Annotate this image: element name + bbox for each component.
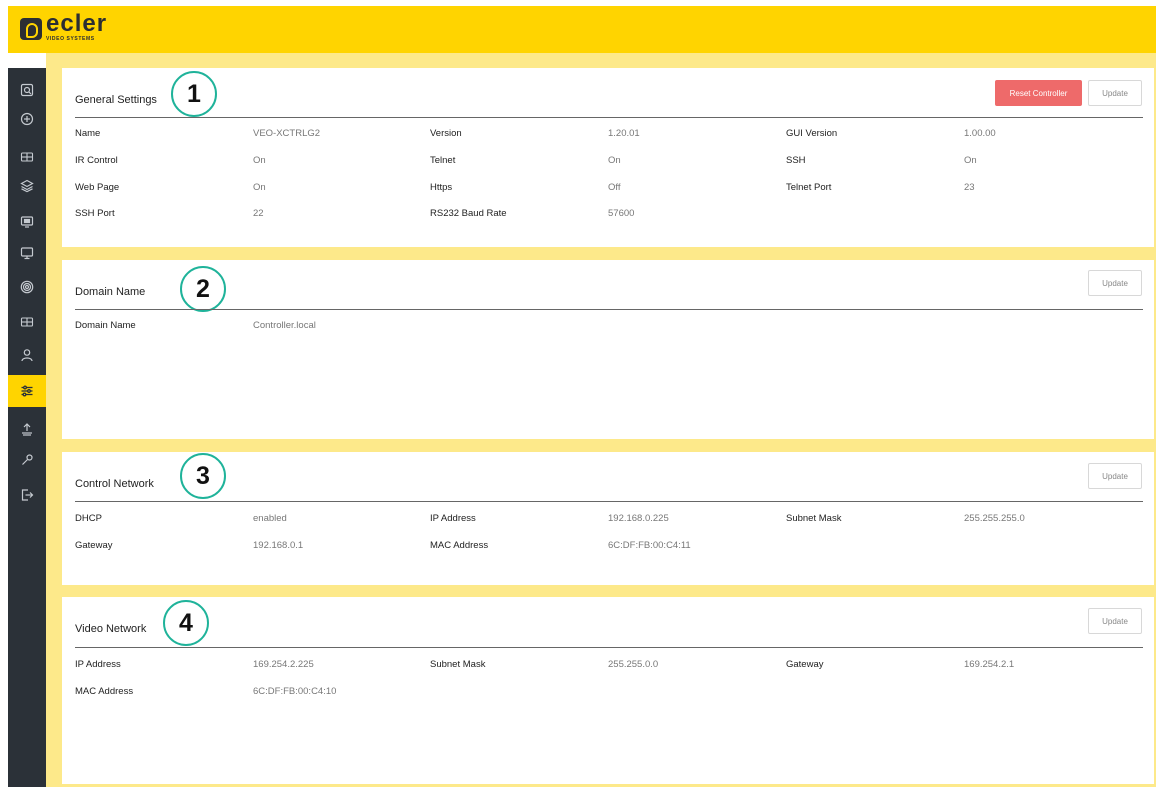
search-screen-icon — [20, 83, 34, 97]
sidebar-item-tools[interactable] — [8, 444, 46, 476]
field-value: 57600 — [608, 208, 635, 219]
field-value: 6C:DF:FB:00:C4:11 — [608, 540, 691, 551]
brand-name: ecler — [46, 10, 108, 37]
field-label: DHCP — [75, 513, 102, 524]
divider — [75, 647, 1143, 648]
sidebar-item-logout[interactable] — [8, 479, 46, 511]
sidebar-item-settings[interactable] — [8, 375, 46, 407]
general-settings-card: General Settings 1 Reset Controller Upda… — [62, 68, 1154, 247]
field-value: On — [253, 182, 266, 193]
field-label: Domain Name — [75, 320, 136, 331]
display-icon — [20, 216, 34, 228]
domain-update-button[interactable]: Update — [1088, 270, 1142, 296]
field-value: 255.255.0.0 — [608, 659, 659, 670]
general-update-button[interactable]: Update — [1088, 80, 1142, 106]
wrench-icon — [22, 454, 33, 465]
field-value: Off — [608, 182, 621, 193]
ecler-logo: ecler VIDEO SYSTEMS — [20, 10, 108, 44]
divider — [75, 501, 1143, 502]
field-label: IP Address — [430, 513, 476, 524]
user-icon — [21, 349, 33, 362]
logout-icon — [21, 489, 34, 501]
sidebar-item-devices[interactable] — [8, 141, 46, 173]
field-value: On — [964, 155, 977, 166]
callout-badge-2: 2 — [180, 266, 226, 312]
field-label: Name — [75, 128, 101, 139]
field-value: 6C:DF:FB:00:C4:10 — [253, 686, 337, 697]
field-label: IR Control — [75, 155, 118, 166]
field-label: Https — [430, 182, 453, 193]
field-value: 23 — [964, 182, 975, 193]
field-label: Subnet Mask — [430, 659, 486, 670]
sidebar-item-signal[interactable] — [8, 271, 46, 303]
field-value: 169.254.2.225 — [253, 659, 314, 670]
divider — [75, 117, 1143, 118]
reset-controller-button[interactable]: Reset Controller — [995, 80, 1082, 106]
field-label: Telnet — [430, 155, 456, 166]
settings-sliders-icon — [21, 385, 33, 397]
field-label: IP Address — [75, 659, 121, 670]
domain-name-card: Domain Name 2 Update Domain Name Control… — [62, 260, 1154, 439]
control-network-card: Control Network 3 Update DHCP enabled IP… — [62, 452, 1154, 585]
field-label: Subnet Mask — [786, 513, 842, 524]
brand-subtitle: VIDEO SYSTEMS — [46, 36, 95, 42]
sidebar-item-devices-2[interactable] — [8, 306, 46, 338]
callout-badge-4: 4 — [163, 600, 209, 646]
field-label: SSH Port — [75, 208, 115, 219]
device-grid-icon — [20, 317, 34, 327]
field-value: VEO-XCTRLG2 — [253, 128, 321, 139]
field-label: MAC Address — [430, 540, 489, 551]
layers-icon — [20, 179, 34, 193]
field-value: On — [253, 155, 266, 166]
field-value: On — [608, 155, 621, 166]
callout-badge-3: 3 — [180, 453, 226, 499]
field-label: Gateway — [786, 659, 824, 670]
add-circle-icon — [20, 112, 34, 126]
sidebar-item-user[interactable] — [8, 339, 46, 371]
divider — [75, 309, 1143, 310]
domain-name-title: Domain Name — [75, 286, 146, 298]
signal-icon — [20, 280, 34, 294]
field-value: enabled — [253, 513, 287, 524]
general-settings-title: General Settings — [75, 94, 157, 106]
device-grid-icon — [20, 152, 34, 162]
field-value: Controller.local — [253, 320, 316, 331]
field-label: SSH — [786, 155, 806, 166]
field-value: 22 — [253, 208, 264, 219]
field-label: Gateway — [75, 540, 113, 551]
video-network-title: Video Network — [75, 623, 147, 635]
field-value: 1.00.00 — [964, 128, 996, 139]
ecler-logo-icon — [20, 18, 42, 40]
callout-badge-1: 1 — [171, 71, 217, 117]
sidebar-item-upload[interactable] — [8, 413, 46, 445]
sidebar-item-layers[interactable] — [8, 170, 46, 202]
field-value: 255.255.255.0 — [964, 513, 1025, 524]
video-network-card: Video Network 4 Update IP Address 169.25… — [62, 597, 1154, 784]
sidebar — [8, 68, 46, 787]
field-label: RS232 Baud Rate — [430, 208, 507, 219]
sidebar-item-add[interactable] — [8, 103, 46, 135]
field-value: 1.20.01 — [608, 128, 640, 139]
field-value: 169.254.2.1 — [964, 659, 1015, 670]
sidebar-item-monitor[interactable] — [8, 237, 46, 269]
sidebar-item-search[interactable] — [8, 74, 46, 106]
control-network-title: Control Network — [75, 478, 154, 490]
field-label: MAC Address — [75, 686, 134, 697]
top-bar: ecler VIDEO SYSTEMS — [8, 6, 1156, 53]
field-label: Version — [430, 128, 462, 139]
field-label: Web Page — [75, 182, 120, 193]
field-value: 192.168.0.1 — [253, 540, 304, 551]
control-update-button[interactable]: Update — [1088, 463, 1142, 489]
field-value: 192.168.0.225 — [608, 513, 669, 524]
video-update-button[interactable]: Update — [1088, 608, 1142, 634]
upload-icon — [22, 423, 32, 436]
field-label: GUI Version — [786, 128, 838, 139]
field-label: Telnet Port — [786, 182, 832, 193]
sidebar-item-display[interactable] — [8, 206, 46, 238]
monitor-icon — [20, 247, 34, 260]
